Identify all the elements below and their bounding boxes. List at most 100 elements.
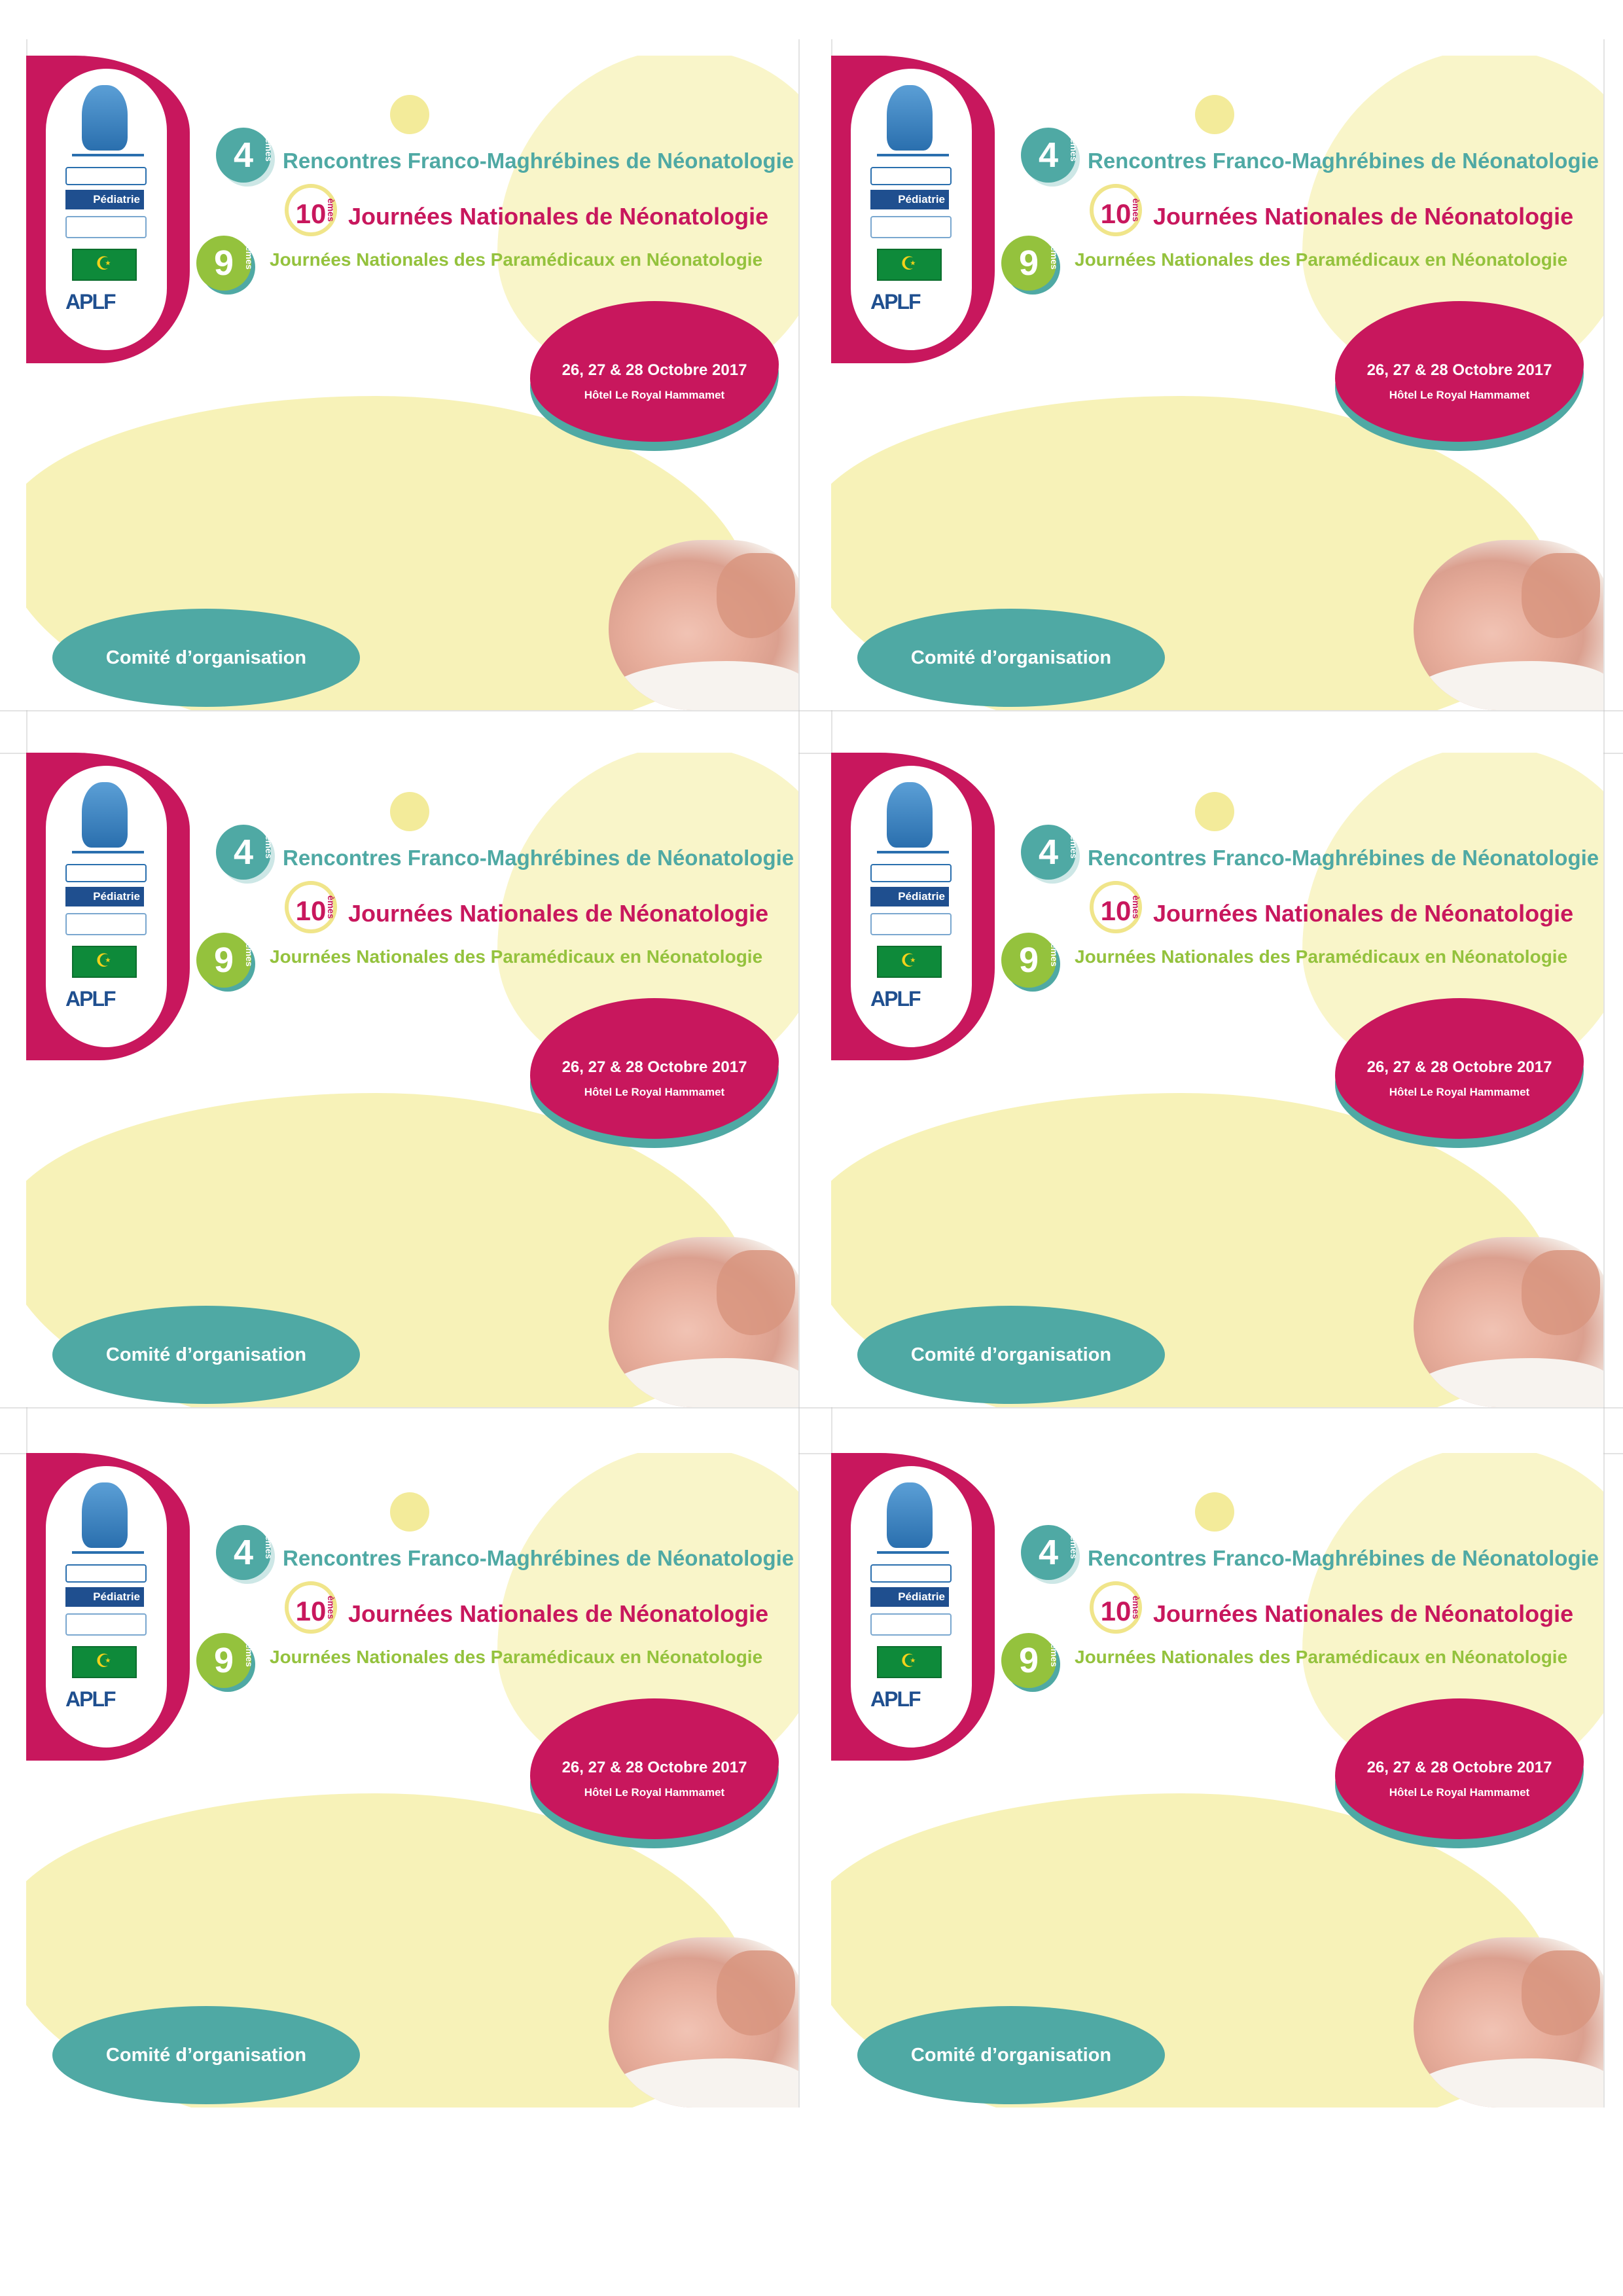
sfn-logo: [65, 1564, 147, 1583]
sfn-logo: [65, 167, 147, 185]
ordinal-suffix: èmes: [326, 198, 336, 222]
ordinal-4-badge: 4 èmes: [216, 1525, 274, 1580]
photo-hand: [1522, 553, 1600, 638]
aplf-logo: APLF: [870, 987, 921, 1011]
aplf-logo: APLF: [870, 1687, 921, 1711]
ordinal-suffix: èmes: [264, 835, 274, 859]
ordinal-10-badge: 10 èmes: [285, 881, 337, 933]
ordinal-suffix: èmes: [1049, 246, 1060, 270]
yellow-dot: [390, 95, 429, 134]
logo-panel: Pédiatrie APLF: [46, 1466, 167, 1748]
ordinal-4-badge: 4 èmes: [216, 825, 274, 880]
newborn-photo: [1414, 540, 1603, 710]
ordinal-9-badge: 9 èmes: [196, 933, 255, 988]
pediatric-society-logo: [65, 216, 147, 238]
ordinal-suffix: èmes: [1131, 895, 1141, 919]
pediatric-society-logo: [870, 1613, 952, 1636]
ordinal-number: 4: [233, 135, 254, 175]
logo-caption-line: [877, 1551, 949, 1554]
ordinal-9-badge: 9 èmes: [196, 1633, 255, 1688]
ordinal-suffix: èmes: [326, 1596, 336, 1619]
ordinal-number: 9: [1018, 1641, 1039, 1680]
photo-cloth: [609, 1358, 798, 1407]
crop-mark: [0, 1407, 1623, 1408]
crop-mark: [1603, 39, 1605, 2108]
ordinal-9-badge: 9 èmes: [1001, 933, 1060, 988]
yellow-dot: [390, 792, 429, 831]
name-badge-2: Pédiatrie APLF 4 èmes Rencontres Franco-…: [831, 56, 1603, 710]
ordinal-suffix: èmes: [1131, 198, 1141, 222]
ordinal-10-badge: 10 èmes: [285, 1581, 337, 1634]
event-date: 26, 27 & 28 Octobre 2017: [562, 1058, 747, 1076]
yellow-dot: [1195, 95, 1234, 134]
yellow-dot: [1195, 792, 1234, 831]
logo-caption-line: [877, 154, 949, 156]
event-date: 26, 27 & 28 Octobre 2017: [1366, 1759, 1552, 1776]
yellow-dot: [390, 1492, 429, 1532]
ordinal-number: 4: [233, 1533, 254, 1572]
event-title-rencontres: Rencontres Franco-Maghrébines de Néonato…: [1088, 846, 1599, 870]
newborn-photo: [609, 1237, 798, 1407]
ordinal-number: 10: [295, 895, 327, 926]
logo-panel: Pédiatrie APLF: [851, 1466, 972, 1748]
ordinal-suffix: èmes: [244, 246, 255, 270]
ordinal-suffix: èmes: [1049, 943, 1060, 967]
committee-label: Comité d’organisation: [857, 2006, 1165, 2104]
event-title-paramedicaux: Journées Nationales des Paramédicaux en …: [270, 249, 763, 270]
newborn-photo: [609, 1937, 798, 2108]
event-title-paramedicaux: Journées Nationales des Paramédicaux en …: [1075, 249, 1568, 270]
date-venue-blob: 26, 27 & 28 Octobre 2017 Hôtel Le Royal …: [530, 301, 779, 442]
event-title-journees: Journées Nationales de Néonatologie: [1153, 1600, 1574, 1627]
ordinal-suffix: èmes: [264, 1535, 274, 1559]
pediatric-society-logo: [870, 216, 952, 238]
event-venue: Hôtel Le Royal Hammamet: [584, 1786, 725, 1799]
logo-caption-line: [72, 851, 144, 853]
ordinal-suffix: èmes: [1069, 138, 1079, 162]
committee-label: Comité d’organisation: [52, 609, 360, 707]
event-date: 26, 27 & 28 Octobre 2017: [562, 361, 747, 379]
event-title-paramedicaux: Journées Nationales des Paramédicaux en …: [1075, 1647, 1568, 1667]
crop-mark: [798, 39, 800, 2108]
event-date: 26, 27 & 28 Octobre 2017: [562, 1759, 747, 1776]
crop-mark: [0, 710, 1623, 711]
sfn-logo: [870, 864, 952, 882]
society-statue-logo: [887, 85, 933, 151]
date-venue-blob: 26, 27 & 28 Octobre 2017 Hôtel Le Royal …: [1335, 998, 1584, 1139]
sap-pediatrie-logo: Pédiatrie: [870, 190, 949, 209]
event-title-rencontres: Rencontres Franco-Maghrébines de Néonato…: [1088, 1546, 1599, 1570]
event-title-paramedicaux: Journées Nationales des Paramédicaux en …: [270, 1647, 763, 1667]
date-venue-blob: 26, 27 & 28 Octobre 2017 Hôtel Le Royal …: [530, 998, 779, 1139]
name-badge-5: Pédiatrie APLF 4 èmes Rencontres Franco-…: [26, 1453, 798, 2108]
event-title-rencontres: Rencontres Franco-Maghrébines de Néonato…: [283, 846, 794, 870]
event-venue: Hôtel Le Royal Hammamet: [584, 389, 725, 401]
ordinal-number: 9: [213, 243, 234, 283]
photo-hand: [717, 1950, 795, 2036]
ordinal-number: 4: [1038, 1533, 1059, 1572]
date-venue-blob: 26, 27 & 28 Octobre 2017 Hôtel Le Royal …: [1335, 1698, 1584, 1839]
photo-hand: [717, 553, 795, 638]
aplf-logo: APLF: [65, 987, 116, 1011]
logo-panel: Pédiatrie APLF: [851, 69, 972, 350]
aplf-logo: APLF: [65, 1687, 116, 1711]
logo-caption-line: [72, 1551, 144, 1554]
aplf-logo: APLF: [870, 290, 921, 314]
event-date: 26, 27 & 28 Octobre 2017: [1366, 1058, 1552, 1076]
ordinal-suffix: èmes: [244, 1643, 255, 1667]
ordinal-4-badge: 4 èmes: [1021, 825, 1079, 880]
committee-label: Comité d’organisation: [52, 1306, 360, 1404]
ordinal-4-badge: 4 èmes: [1021, 1525, 1079, 1580]
date-venue-blob: 26, 27 & 28 Octobre 2017 Hôtel Le Royal …: [530, 1698, 779, 1839]
ordinal-suffix: èmes: [264, 138, 274, 162]
event-title-paramedicaux: Journées Nationales des Paramédicaux en …: [1075, 946, 1568, 967]
mauritania-flag-logo: [877, 1646, 942, 1678]
event-venue: Hôtel Le Royal Hammamet: [1389, 1086, 1530, 1098]
logo-caption-line: [877, 851, 949, 853]
photo-hand: [1522, 1950, 1600, 2036]
ordinal-4-badge: 4 èmes: [216, 128, 274, 183]
sap-pediatrie-logo: Pédiatrie: [65, 887, 144, 906]
logo-caption-line: [72, 154, 144, 156]
ordinal-10-badge: 10 èmes: [285, 184, 337, 236]
ordinal-number: 9: [1018, 243, 1039, 283]
photo-hand: [1522, 1250, 1600, 1335]
ordinal-suffix: èmes: [1069, 1535, 1079, 1559]
